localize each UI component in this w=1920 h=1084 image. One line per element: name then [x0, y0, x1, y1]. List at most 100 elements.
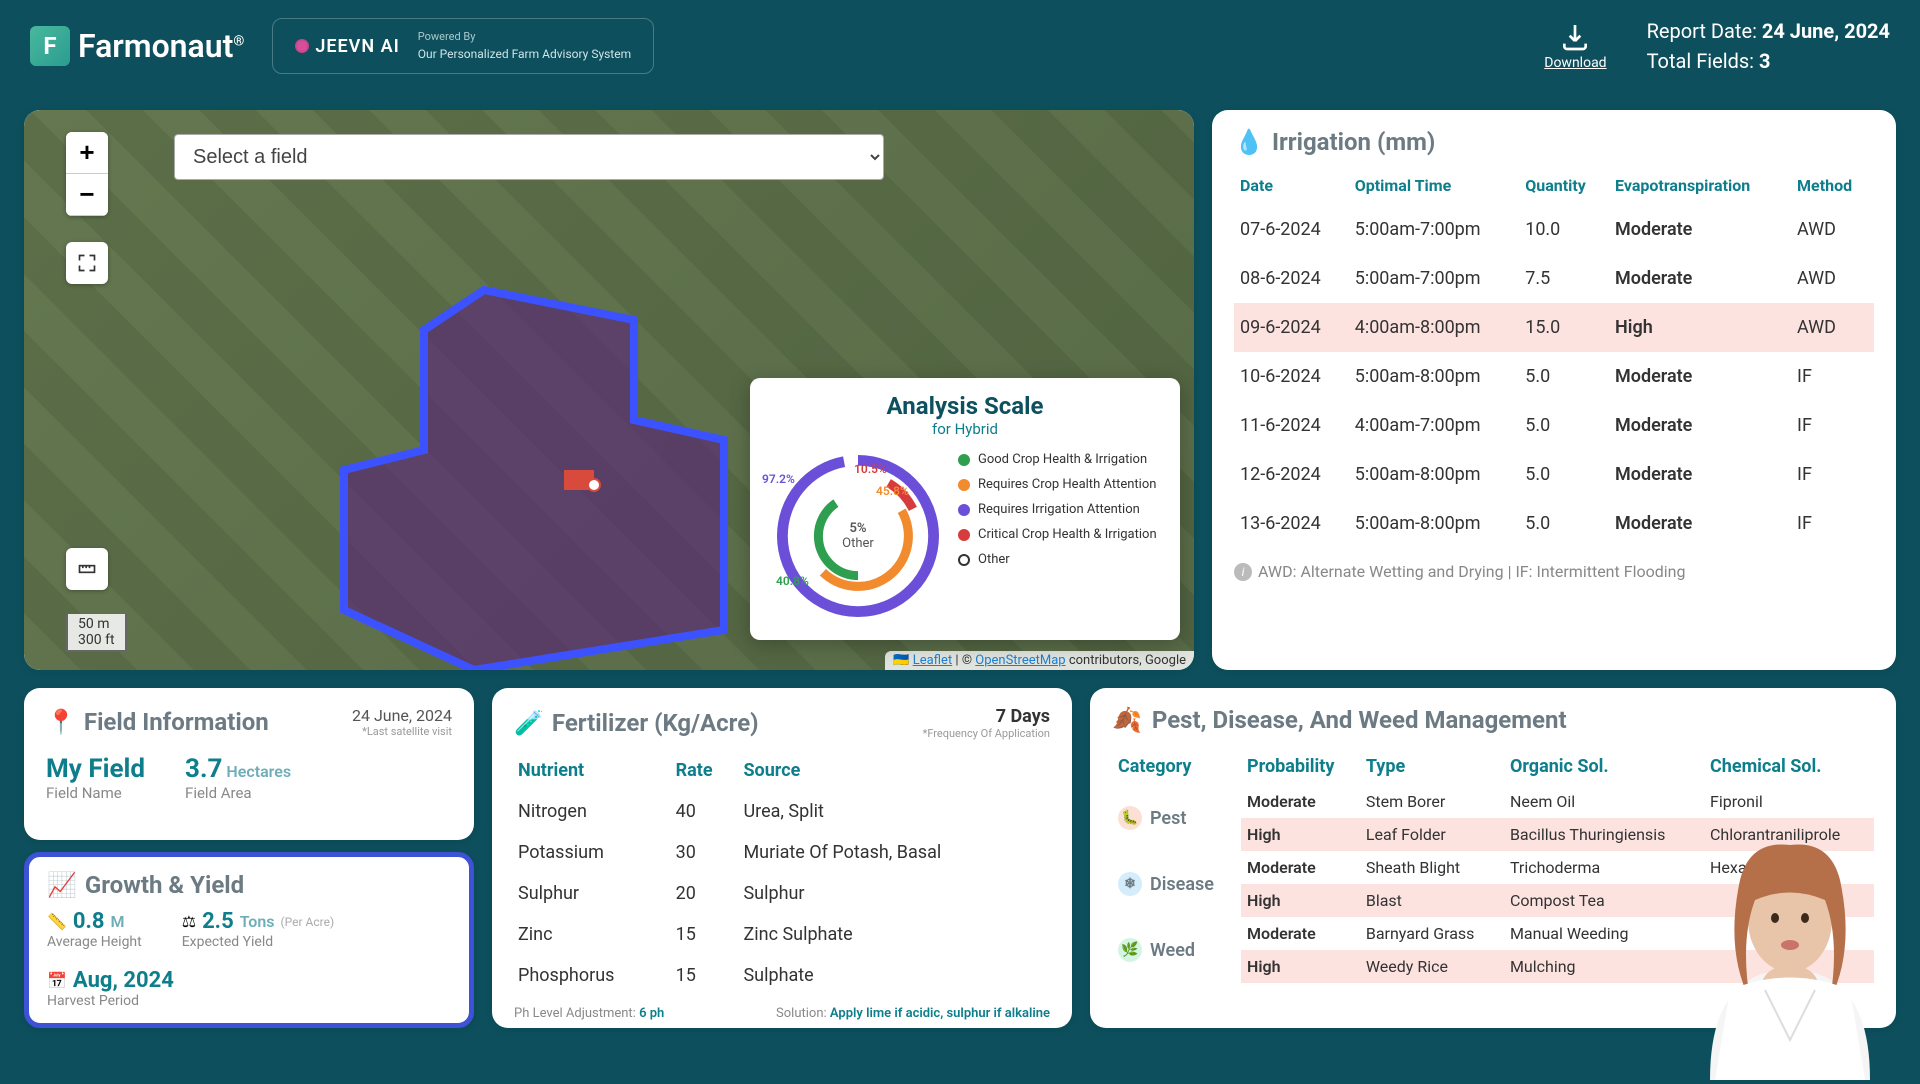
harvest-label: Harvest Period: [47, 993, 174, 1009]
pest-th-cat: Category: [1112, 748, 1241, 785]
download-label: Download: [1544, 55, 1606, 71]
app-header: F Farmonaut® jeevN Ai Powered By Our Per…: [0, 0, 1920, 92]
powered-by-label: Powered By: [418, 29, 631, 46]
ph-label: Ph Level Adjustment:: [514, 1006, 636, 1021]
growth-title: Growth & Yield: [85, 871, 244, 899]
table-row: 🐛PestModerateStem BorerNeem OilFipronil: [1112, 785, 1874, 818]
solution-label: Solution:: [776, 1006, 827, 1021]
report-info: Report Date: 24 June, 2024 Total Fields:…: [1647, 16, 1890, 76]
map-card[interactable]: + − 50 m 300 ft Select a field 🇺🇦 Leafle…: [24, 110, 1194, 670]
zoom-in-button[interactable]: +: [66, 132, 108, 174]
field-info-date-note: *Last satellite visit: [352, 725, 452, 738]
analysis-title: Analysis Scale: [768, 392, 1162, 420]
irrigation-footer: i AWD: Alternate Wetting and Drying | IF…: [1234, 562, 1874, 581]
irrigation-footer-text: AWD: Alternate Wetting and Drying | IF: …: [1258, 562, 1685, 581]
donut-lbl-red: 10.5%: [854, 462, 887, 476]
solution-value: Apply lime if acidic, sulphur if alkalin…: [830, 1006, 1050, 1021]
irr-th-qty: Quantity: [1519, 166, 1609, 205]
donut-lbl-green: 40.8%: [776, 574, 809, 588]
ruler-icon: [77, 559, 97, 579]
field-area-value: 3.7: [185, 754, 222, 784]
irrigation-table: Date Optimal Time Quantity Evapotranspir…: [1234, 166, 1874, 548]
donut-labels: 97.2% 10.5% 45.8% 40.8%: [768, 446, 948, 626]
fert-th-rate: Rate: [672, 750, 740, 791]
measure-button[interactable]: [66, 548, 108, 590]
table-row: Phosphorus15Sulphate: [514, 955, 1050, 996]
irr-th-time: Optimal Time: [1349, 166, 1519, 205]
total-fields-label: Total Fields:: [1647, 49, 1754, 73]
location-icon: 📍: [46, 708, 76, 736]
pest-th-prob: Probability: [1241, 748, 1360, 785]
scale-imperial: 300 ft: [78, 632, 115, 648]
field-name-label: Field Name: [46, 784, 145, 802]
field-area-unit: Hectares: [226, 762, 291, 781]
table-row: 13-6-20245:00am-8:00pm5.0ModerateIF: [1234, 499, 1874, 548]
analysis-legend: Good Crop Health & IrrigationRequires Cr…: [958, 446, 1162, 626]
ph-value: 6 ph: [639, 1006, 664, 1021]
legend-item: Requires Irrigation Attention: [958, 502, 1162, 517]
fertilizer-title: Fertilizer (Kg/Acre): [552, 709, 759, 737]
table-row: Potassium30Muriate Of Potash, Basal: [514, 832, 1050, 873]
fertilizer-freq-label: *Frequency Of Application: [923, 727, 1050, 740]
zoom-control: + −: [66, 132, 108, 216]
growth-yield-card: 📈 Growth & Yield 📏 0.8 M Average Height: [24, 852, 474, 1028]
fert-th-nutrient: Nutrient: [514, 750, 672, 791]
map-scale: 50 m 300 ft: [66, 614, 127, 652]
report-date-label: Report Date:: [1647, 19, 1757, 43]
field-select[interactable]: Select a field: [174, 134, 884, 180]
table-row: Zinc15Zinc Sulphate: [514, 914, 1050, 955]
legend-item: Other: [958, 552, 1162, 567]
field-info-title: Field Information: [84, 708, 269, 736]
fertilizer-table: Nutrient Rate Source Nitrogen40Urea, Spl…: [514, 750, 1050, 996]
scale-metric: 50 m: [78, 616, 115, 632]
field-info-date: 24 June, 2024: [352, 706, 452, 725]
harvest-value: Aug, 2024: [73, 968, 174, 993]
height-value: 0.8: [73, 909, 105, 934]
donut-lbl-purple: 97.2%: [762, 472, 795, 486]
leaflet-link[interactable]: Leaflet: [913, 653, 953, 668]
table-row: 11-6-20244:00am-7:00pm5.0ModerateIF: [1234, 401, 1874, 450]
height-label: Average Height: [47, 934, 142, 950]
yield-unit: Tons: [240, 912, 275, 931]
leaf-icon: 🍂: [1112, 706, 1142, 734]
field-name-value: My Field: [46, 754, 145, 784]
yield-label: Expected Yield: [182, 934, 334, 950]
jeevn-badge: jeevN Ai: [295, 36, 399, 57]
table-row: 12-6-20245:00am-8:00pm5.0ModerateIF: [1234, 450, 1874, 499]
analysis-donut: 5% Other 97.2% 10.5% 45.8% 40.8%: [768, 446, 948, 626]
total-fields: 3: [1759, 49, 1770, 73]
fertilizer-freq-value: 7 Days: [996, 706, 1050, 727]
pest-th-type: Type: [1360, 748, 1504, 785]
growth-icon: 📈: [47, 871, 77, 899]
jeevn-meta: Powered By Our Personalized Farm Advisor…: [418, 29, 631, 64]
table-row: 09-6-20244:00am-8:00pm15.0HighAWD: [1234, 303, 1874, 352]
legend-item: Critical Crop Health & Irrigation: [958, 527, 1162, 542]
donut-lbl-orange: 45.8%: [876, 484, 909, 498]
fert-th-source: Source: [739, 750, 1050, 791]
download-button[interactable]: Download: [1544, 21, 1606, 71]
osm-link[interactable]: OpenStreetMap: [975, 653, 1065, 668]
zoom-out-button[interactable]: −: [66, 174, 108, 216]
pest-title: Pest, Disease, And Weed Management: [1152, 706, 1567, 734]
pest-table: Category Probability Type Organic Sol. C…: [1112, 748, 1874, 983]
brand-text: Farmonaut®: [78, 27, 244, 65]
legend-item: Good Crop Health & Irrigation: [958, 452, 1162, 467]
irr-th-et: Evapotranspiration: [1609, 166, 1791, 205]
brand-logo: F Farmonaut®: [30, 26, 244, 66]
table-row: 10-6-20245:00am-8:00pm5.0ModerateIF: [1234, 352, 1874, 401]
table-row: Nitrogen40Urea, Split: [514, 791, 1050, 832]
brand-name: Farmonaut: [78, 27, 233, 65]
field-area-label: Field Area: [185, 784, 291, 802]
yield-per: (Per Acre): [281, 915, 335, 929]
table-row: ❄DiseaseModerateSheath BlightTrichoderma…: [1112, 851, 1874, 884]
yield-value: 2.5: [202, 909, 234, 934]
brand-icon: F: [30, 26, 70, 66]
expand-icon: [77, 253, 97, 273]
pest-card: 🍂 Pest, Disease, And Weed Management Cat…: [1090, 688, 1896, 1028]
download-icon: [1559, 21, 1591, 53]
pest-th-chem: Chemical Sol.: [1704, 748, 1874, 785]
fullscreen-button[interactable]: [66, 242, 108, 284]
irr-th-date: Date: [1234, 166, 1349, 205]
table-row: 08-6-20245:00am-7:00pm7.5ModerateAWD: [1234, 254, 1874, 303]
analysis-subtitle: for Hybrid: [768, 420, 1162, 438]
